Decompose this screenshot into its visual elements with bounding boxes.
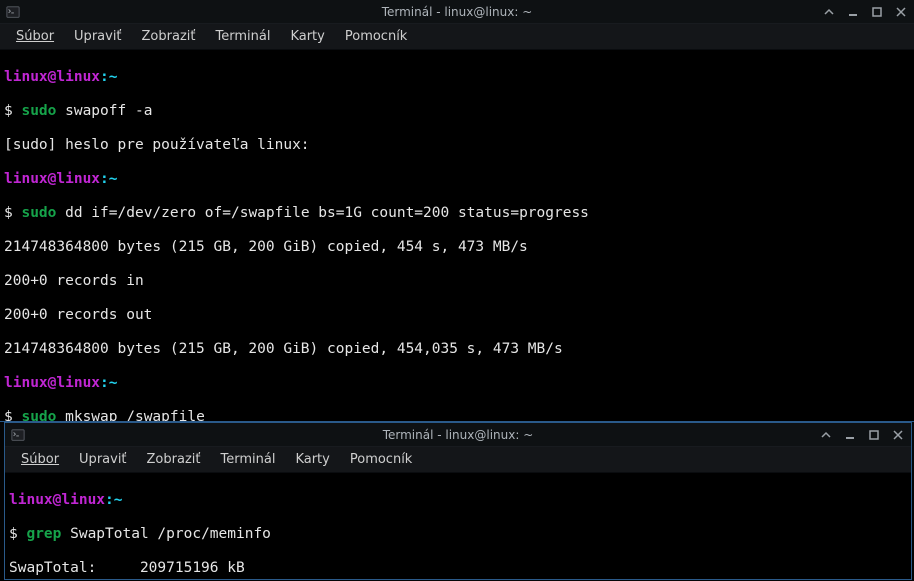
prompt-line: linux@linux:~ (4, 69, 910, 86)
prompt-line: linux@linux:~ (4, 375, 910, 392)
menubar: Súbor Upraviť Zobraziť Terminál Karty Po… (5, 447, 911, 473)
terminal-body[interactable]: linux@linux:~ $ grep SwapTotal /proc/mem… (5, 473, 911, 579)
menu-zobrazit[interactable]: Zobraziť (139, 450, 209, 469)
minimize-button[interactable] (846, 5, 860, 19)
menu-subor[interactable]: Súbor (8, 27, 62, 46)
menu-karty[interactable]: Karty (287, 450, 337, 469)
titlebar[interactable]: Terminál - linux@linux: ~ (5, 423, 911, 447)
menu-subor[interactable]: Súbor (13, 450, 67, 469)
output-line: SwapTotal: 209715196 kB (9, 560, 907, 577)
output-line: [sudo] heslo pre používateľa linux: (4, 137, 910, 154)
window-controls (819, 428, 905, 442)
menu-pomocnik[interactable]: Pomocník (342, 450, 420, 469)
terminal-icon (11, 428, 25, 442)
menu-upravit[interactable]: Upraviť (66, 27, 129, 46)
output-line: 200+0 records out (4, 307, 910, 324)
output-line: 214748364800 bytes (215 GB, 200 GiB) cop… (4, 239, 910, 256)
output-line: 200+0 records in (4, 273, 910, 290)
titlebar-left (6, 5, 20, 19)
close-button[interactable] (891, 428, 905, 442)
prompt-line: linux@linux:~ (4, 171, 910, 188)
rollup-button[interactable] (822, 5, 836, 19)
command-line: $ sudo swapoff -a (4, 103, 910, 120)
terminal-window-2: Terminál - linux@linux: ~ Súbor Upraviť … (4, 422, 912, 580)
minimize-button[interactable] (843, 428, 857, 442)
menu-terminal[interactable]: Terminál (208, 27, 279, 46)
window-controls (822, 5, 908, 19)
menu-upravit[interactable]: Upraviť (71, 450, 134, 469)
titlebar-left (11, 428, 25, 442)
window-title: Terminál - linux@linux: ~ (5, 428, 911, 442)
terminal-icon (6, 5, 20, 19)
menu-terminal[interactable]: Terminál (213, 450, 284, 469)
command-line: $ sudo mkswap /swapfile (4, 409, 910, 421)
command-line: $ grep SwapTotal /proc/meminfo (9, 526, 907, 543)
terminal-body[interactable]: linux@linux:~ $ sudo swapoff -a [sudo] h… (0, 50, 914, 421)
output-line: 214748364800 bytes (215 GB, 200 GiB) cop… (4, 341, 910, 358)
maximize-button[interactable] (867, 428, 881, 442)
titlebar[interactable]: Terminál - linux@linux: ~ (0, 0, 914, 24)
close-button[interactable] (894, 5, 908, 19)
menu-zobrazit[interactable]: Zobraziť (134, 27, 204, 46)
menu-pomocnik[interactable]: Pomocník (337, 27, 415, 46)
window-title: Terminál - linux@linux: ~ (0, 5, 914, 19)
menubar: Súbor Upraviť Zobraziť Terminál Karty Po… (0, 24, 914, 50)
maximize-button[interactable] (870, 5, 884, 19)
prompt-line: linux@linux:~ (9, 492, 907, 509)
rollup-button[interactable] (819, 428, 833, 442)
terminal-window-1: Terminál - linux@linux: ~ Súbor Upraviť … (0, 0, 914, 422)
menu-karty[interactable]: Karty (282, 27, 332, 46)
command-line: $ sudo dd if=/dev/zero of=/swapfile bs=1… (4, 205, 910, 222)
